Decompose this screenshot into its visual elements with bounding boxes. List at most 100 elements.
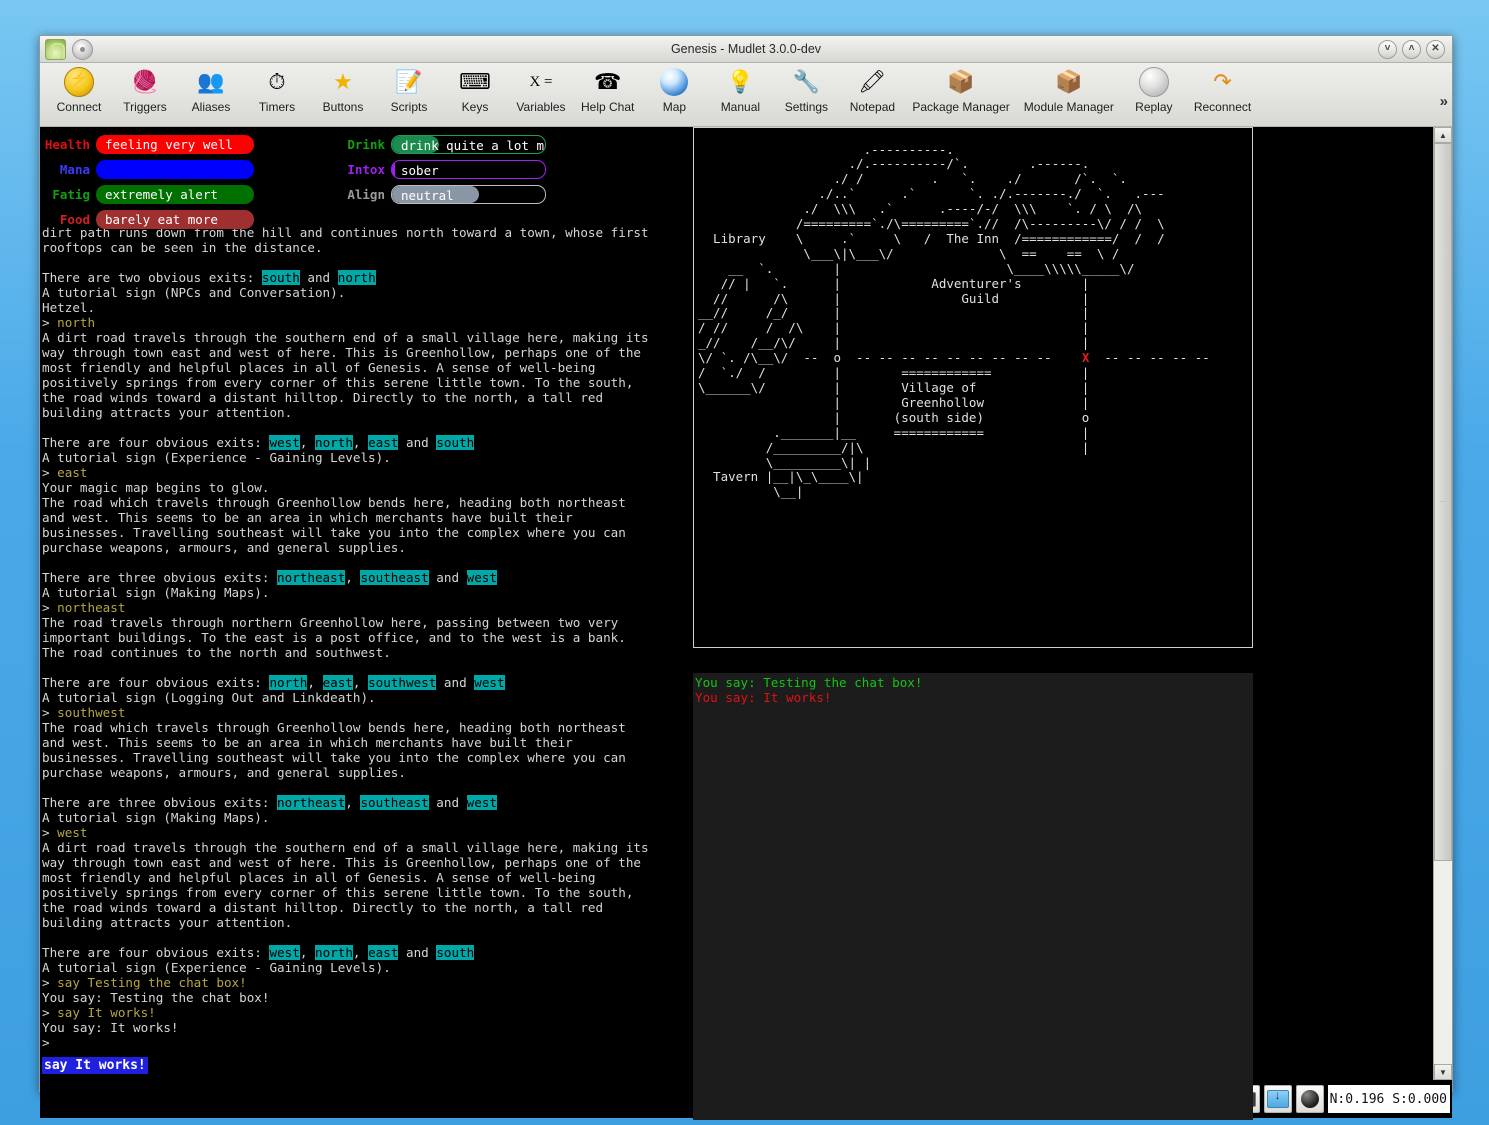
exit-link[interactable]: west: [466, 570, 497, 585]
toolbar-item-help-chat[interactable]: ☎ Help Chat: [574, 66, 641, 115]
maximize-button[interactable]: ˄: [1402, 39, 1421, 59]
exit-link[interactable]: west: [269, 945, 300, 960]
player-marker-icon: X: [1081, 350, 1090, 366]
console-line: There are four obvious exits: west, nort…: [42, 945, 693, 960]
exit-link[interactable]: east: [368, 945, 399, 960]
disc-icon: [1138, 67, 1169, 97]
house-icon[interactable]: [45, 38, 66, 60]
mute-button[interactable]: [1295, 1085, 1324, 1113]
people-icon: 👥: [197, 69, 225, 94]
console-line: > north: [42, 315, 693, 330]
console-text: There are four obvious exits:: [42, 675, 270, 690]
module-box-icon: 📦: [1055, 69, 1083, 94]
toolbar-item-buttons[interactable]: ★ Buttons: [310, 66, 376, 115]
exit-link[interactable]: northeast: [277, 795, 346, 810]
toolbar-item-reconnect[interactable]: ↷ Reconnect: [1187, 66, 1258, 115]
exit-link[interactable]: north: [314, 435, 353, 450]
console-line: way through town east and west of here. …: [42, 855, 693, 870]
chat-window[interactable]: You say: Testing the chat box! You say: I…: [693, 673, 1253, 1120]
console-line: purchase weapons, armours, and general s…: [42, 540, 693, 555]
console-text: >: [42, 705, 58, 720]
toolbar-label: Map: [662, 100, 687, 114]
exit-link[interactable]: southwest: [368, 675, 437, 690]
download-button[interactable]: [1263, 1085, 1292, 1113]
console-text: ,: [352, 435, 369, 450]
console-text: most friendly and helpful places in all …: [42, 870, 596, 885]
toolbar-item-module-manager[interactable]: 📦 Module Manager: [1017, 66, 1121, 115]
disc-icon[interactable]: [72, 38, 93, 60]
window-titlebar[interactable]: Genesis - Mudlet 3.0.0-dev ˅ ˄ ✕: [40, 36, 1452, 63]
download-folder-icon: [1266, 1089, 1289, 1108]
exit-link[interactable]: south: [436, 435, 475, 450]
toolbar-label: Scripts: [390, 100, 428, 114]
toolbar-item-package-manager[interactable]: 📦 Package Manager: [905, 66, 1016, 115]
exit-link[interactable]: west: [269, 435, 300, 450]
console-line: There are two obvious exits: south and n…: [42, 270, 693, 285]
exit-link[interactable]: northeast: [277, 570, 346, 585]
console-text: and: [428, 570, 467, 585]
exit-link[interactable]: southeast: [360, 570, 429, 585]
console-line: Your magic map begins to glow.: [42, 480, 693, 495]
exit-link[interactable]: east: [368, 435, 399, 450]
console-line: There are four obvious exits: west, nort…: [42, 435, 693, 450]
toolbar-item-manual[interactable]: 💡 Manual: [707, 66, 773, 115]
echoed-command: north: [57, 315, 96, 330]
exit-link[interactable]: north: [269, 675, 308, 690]
toolbar-item-scripts[interactable]: 📝 Scripts: [376, 66, 442, 115]
toolbar-item-settings[interactable]: 🔧 Settings: [773, 66, 839, 115]
exit-link[interactable]: south: [436, 945, 475, 960]
toolbar-item-replay[interactable]: Replay: [1121, 66, 1187, 114]
toolbar-item-triggers[interactable]: 🧶 Triggers: [112, 66, 178, 115]
magic-wand-icon: 🧶: [131, 69, 159, 94]
toolbar-label: Reconnect: [1193, 100, 1252, 114]
exit-link[interactable]: north: [314, 945, 353, 960]
exit-link[interactable]: north: [337, 270, 376, 285]
exit-link[interactable]: west: [474, 675, 505, 690]
toolbar-item-variables[interactable]: X = Variables: [508, 66, 574, 114]
toolbar-label: Aliases: [191, 100, 231, 114]
gauge-value: neutral: [401, 188, 454, 203]
exit-link[interactable]: east: [322, 675, 353, 690]
desktop-background: Genesis - Mudlet 3.0.0-dev ˅ ˄ ✕ Connect…: [0, 0, 1489, 1125]
exit-link[interactable]: south: [261, 270, 300, 285]
minimize-button[interactable]: ˅: [1378, 39, 1397, 59]
toolbar-item-keys[interactable]: ⌨ Keys: [442, 66, 508, 115]
console-text: ,: [345, 795, 361, 810]
toolbar-item-connect[interactable]: Connect: [46, 66, 112, 114]
toolbar-overflow-icon[interactable]: »: [1440, 93, 1448, 110]
exit-link[interactable]: southeast: [360, 795, 429, 810]
gauge-bar: [96, 160, 254, 179]
console-line: businesses. Travelling southeast will ta…: [42, 525, 693, 540]
star-icon: ★: [333, 69, 353, 94]
console-text: There are four obvious exits:: [42, 945, 270, 960]
toolbar-item-aliases[interactable]: 👥 Aliases: [178, 66, 244, 115]
console-vertical-scrollbar[interactable]: ▲ ··· ▼: [1433, 127, 1452, 1080]
reconnect-icon: ↷: [1213, 69, 1232, 94]
exit-link[interactable]: west: [466, 795, 497, 810]
command-input-line[interactable]: say It works!: [40, 1050, 693, 1080]
scrollbar-up-arrow[interactable]: ▲: [1434, 127, 1452, 143]
console-text: and: [299, 270, 338, 285]
power-plug-icon: [64, 67, 94, 97]
scrollbar-track[interactable]: ···: [1434, 143, 1452, 1064]
close-button[interactable]: ✕: [1426, 39, 1445, 59]
console-line: most friendly and helpful places in all …: [42, 870, 693, 885]
console-text: A dirt road travels through the southern…: [42, 330, 649, 345]
right-column: .----------. ./.----------/`. .------. .…: [693, 127, 1452, 1120]
scrollbar-thumb[interactable]: ···: [1434, 143, 1452, 862]
gauge-label: Mana: [59, 162, 90, 177]
toolbar-item-notepad[interactable]: 🖍 Notepad: [839, 66, 905, 115]
echoed-command: northeast: [57, 600, 126, 615]
command-input-value[interactable]: say It works!: [42, 1056, 148, 1074]
toolbar-item-timers[interactable]: ⏱ Timers: [244, 66, 310, 115]
map-window[interactable]: .----------. ./.----------/`. .------. .…: [693, 127, 1253, 648]
main-game-console[interactable]: dirt path runs down from the hill and co…: [40, 223, 693, 1050]
chat-line: You say: It works!: [695, 690, 832, 705]
scrollbar-down-arrow[interactable]: ▼: [1434, 1064, 1452, 1080]
console-line: > northeast: [42, 600, 693, 615]
console-text: and: [436, 675, 475, 690]
gauge-value: feeling very well: [105, 137, 233, 152]
toolbar-label: Help Chat: [581, 100, 635, 114]
toolbar-item-map[interactable]: Map: [641, 66, 707, 114]
